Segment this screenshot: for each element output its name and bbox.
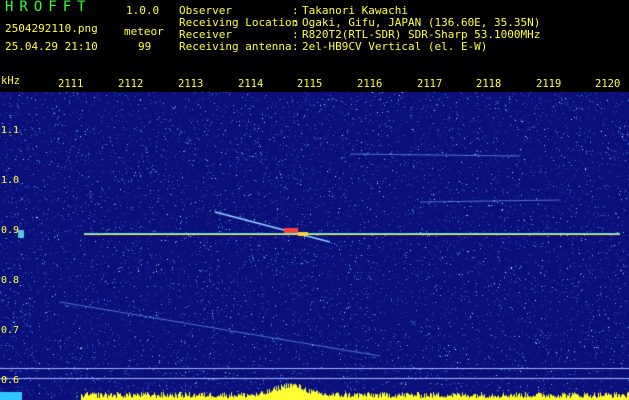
y-tick-label: 0.9 (1, 225, 20, 236)
date-time: 25.04.29 21:10 (5, 40, 98, 53)
x-tick-label: 2112 (118, 78, 144, 90)
x-tick-label: 2113 (178, 78, 204, 90)
x-tick-label: 2119 (536, 78, 562, 90)
y-tick-label: 0.6 (1, 375, 20, 386)
file-name: 2504292110.png (5, 22, 98, 35)
x-tick-label: 2111 (58, 78, 84, 90)
antenna-label: Receiving antenna (179, 40, 292, 53)
y-tick-label: 0.7 (1, 325, 20, 336)
meteor-label: meteor (124, 25, 164, 38)
header-panel: HROFFT 1.0.0 2504292110.png 25.04.29 21:… (0, 0, 629, 78)
antenna-colon: : (292, 40, 299, 53)
x-tick-label: 2114 (238, 78, 264, 90)
x-tick-label: 2120 (595, 78, 621, 90)
app-logo: HROFFT (5, 0, 92, 15)
meteor-count: 99 (138, 40, 152, 53)
app-version: 1.0.0 (126, 4, 160, 17)
x-tick-label: 2118 (476, 78, 502, 90)
x-tick-label: 2115 (297, 78, 323, 90)
x-tick-label: 2117 (417, 78, 443, 90)
y-tick-label: 0.8 (1, 275, 20, 286)
spectrogram-plot: 1.1 1.0 0.9 0.8 0.7 0.6 (0, 92, 629, 400)
frequency-axis: 2111 2112 2113 2114 2115 2116 2117 2118 … (0, 78, 629, 92)
y-tick-label: 1.1 (1, 125, 20, 136)
spectrogram-canvas (0, 92, 629, 400)
x-tick-label: 2116 (357, 78, 383, 90)
y-tick-label: 1.0 (1, 175, 20, 186)
antenna-value: 2el-HB9CV Vertical (el. E-W) (302, 40, 488, 53)
